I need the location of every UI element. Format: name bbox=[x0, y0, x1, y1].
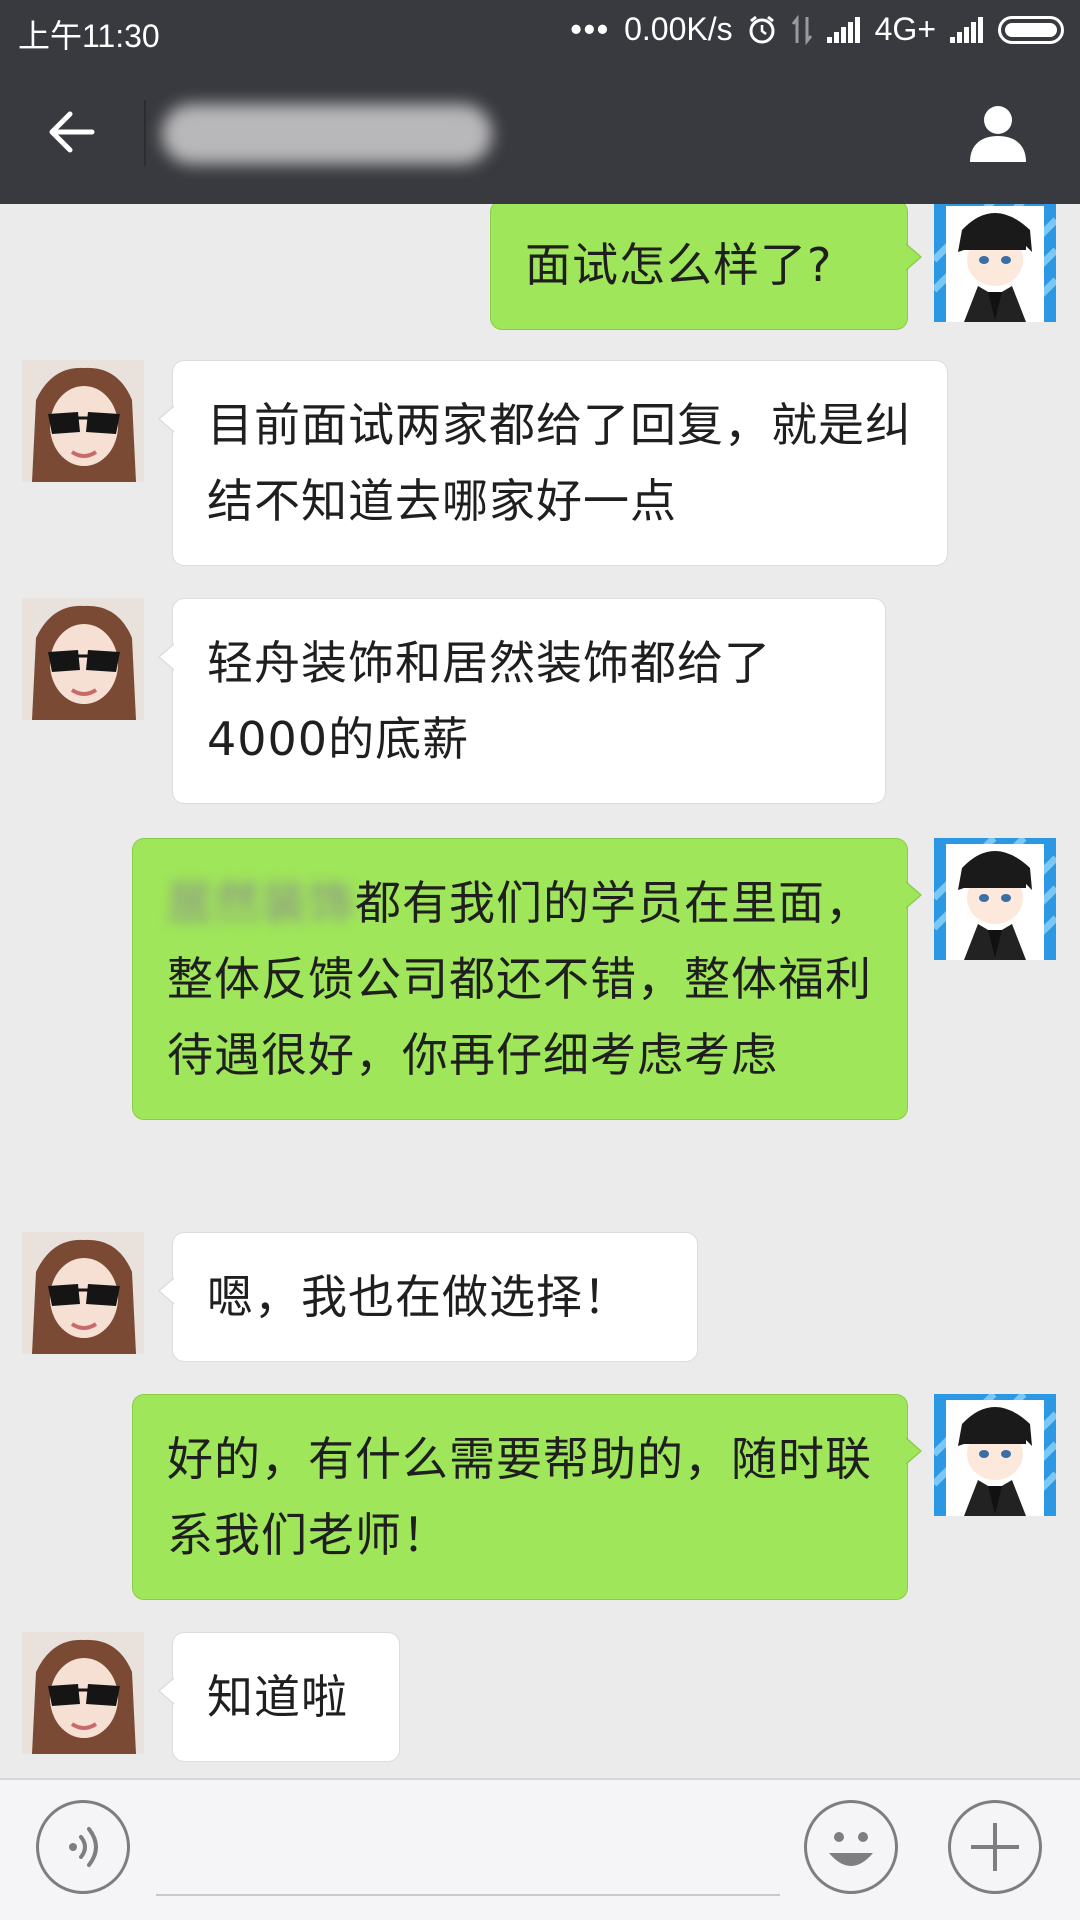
net-speed: 0.00K/s bbox=[624, 11, 733, 47]
network-type: 4G+ bbox=[874, 11, 936, 47]
message-text-2: 轻舟装饰和居然装饰都给了4000的底薪 bbox=[207, 636, 771, 766]
battery-icon bbox=[998, 15, 1064, 44]
my-avatar[interactable] bbox=[934, 1394, 1056, 1516]
message-bubble-1[interactable]: 目前面试两家都给了回复，就是纠结不知道去哪家好一点 bbox=[158, 360, 948, 566]
chat-header bbox=[0, 62, 1080, 204]
message-text-4: 嗯，我也在做选择！ bbox=[207, 1270, 630, 1324]
emoji-icon bbox=[829, 1832, 873, 1866]
voice-button[interactable] bbox=[36, 1800, 130, 1894]
message-text-1: 目前面试两家都给了回复，就是纠结不知道去哪家好一点 bbox=[207, 398, 912, 528]
message-input[interactable] bbox=[156, 1894, 780, 1896]
message-list[interactable]: 面试怎么样了? 目前面试两家都给了回复，就是纠结不知道去哪家好一点 轻舟装饰和居… bbox=[0, 204, 1080, 1778]
message-text-5: 好的，有什么需要帮助的，随时联系我们老师！ bbox=[167, 1432, 872, 1562]
voice-icon bbox=[69, 1827, 98, 1867]
signal-icon bbox=[826, 16, 861, 43]
status-bar: 上午11:30 ••• 0.00K/s 4G+ bbox=[0, 0, 1080, 62]
contact-avatar[interactable] bbox=[22, 1632, 144, 1754]
alarm-icon bbox=[749, 15, 775, 43]
blurred-company-name: 居然装饰 bbox=[167, 876, 355, 930]
message-bubble-6[interactable]: 知道啦 bbox=[158, 1632, 400, 1762]
message-bubble-3[interactable]: 居然装饰都有我们的学员在里面，整体反馈公司都还不错，整体福利待遇很好，你再仔细考… bbox=[132, 838, 922, 1120]
my-avatar[interactable] bbox=[934, 838, 1056, 960]
emoji-button[interactable] bbox=[804, 1800, 898, 1894]
data-transfer-icon bbox=[791, 14, 812, 45]
status-icons: ••• 0.00K/s 4G+ bbox=[557, 11, 1064, 48]
contact-profile-icon[interactable] bbox=[966, 100, 1030, 164]
contact-avatar[interactable] bbox=[22, 360, 144, 482]
header-divider bbox=[144, 100, 146, 166]
more-button[interactable] bbox=[948, 1800, 1042, 1894]
chat-title-blurred bbox=[162, 104, 492, 164]
signal-icon-2 bbox=[950, 16, 984, 43]
message-text-0: 面试怎么样了? bbox=[525, 238, 833, 292]
contact-avatar[interactable] bbox=[22, 1232, 144, 1354]
back-arrow-icon[interactable] bbox=[44, 102, 104, 162]
notification-dots: ••• bbox=[570, 11, 611, 47]
my-avatar[interactable] bbox=[934, 204, 1056, 322]
input-bar bbox=[0, 1778, 1080, 1920]
message-bubble-5[interactable]: 好的，有什么需要帮助的，随时联系我们老师！ bbox=[132, 1394, 922, 1600]
message-text-6: 知道啦 bbox=[207, 1670, 348, 1724]
plus-icon bbox=[971, 1823, 1019, 1871]
message-bubble-2[interactable]: 轻舟装饰和居然装饰都给了4000的底薪 bbox=[158, 598, 886, 804]
message-bubble-4[interactable]: 嗯，我也在做选择！ bbox=[158, 1232, 698, 1362]
contact-avatar[interactable] bbox=[22, 598, 144, 720]
message-bubble-0[interactable]: 面试怎么样了? bbox=[490, 204, 922, 330]
status-time: 上午11:30 bbox=[18, 18, 160, 54]
